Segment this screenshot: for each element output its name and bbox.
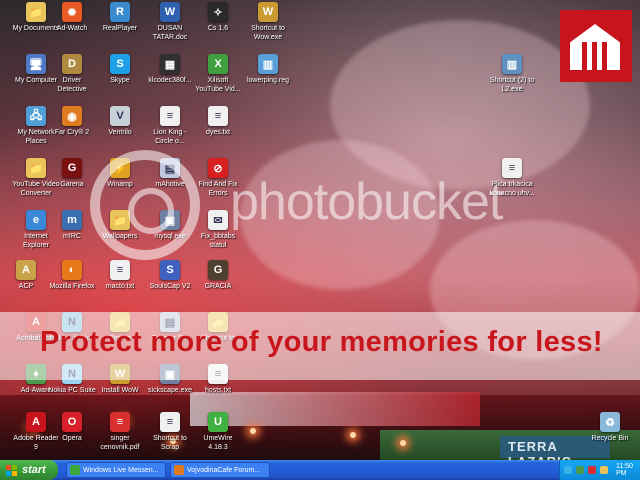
shortcut-l2-shortcut[interactable]: ▥ Shortcut (2) to L2.exe xyxy=(476,54,548,94)
driver-detective-icon: D xyxy=(62,54,82,74)
system-tray: 11:50 PM xyxy=(559,460,640,480)
icon-label: Shortcut (2) to L2.exe xyxy=(489,77,535,93)
garena-icon: G xyxy=(62,158,82,178)
watermark-brand: photobucket xyxy=(230,173,503,231)
acp-icon: A xyxy=(16,260,36,280)
gracia-icon: G xyxy=(208,260,228,280)
watermark-banner: Protect more of your memories for less! xyxy=(0,312,640,380)
dyes-txt-shortcut[interactable]: ≡ dyes.txt xyxy=(182,106,254,137)
ventrilo-icon: V xyxy=(110,106,130,126)
tray-app-icon[interactable] xyxy=(564,466,572,474)
windows-flag-icon xyxy=(6,464,17,476)
icon-label: hosts.txt xyxy=(204,387,232,394)
lowerping-reg-shortcut[interactable]: ▥ lowerping.reg xyxy=(232,54,304,85)
dyes-txt-icon: ≡ xyxy=(208,106,228,126)
desktop-wallpaper: TERRA LAZARIC 📁My Documents🖥My Computer🖧… xyxy=(0,0,640,460)
flare xyxy=(400,440,406,446)
umewire-icon: U xyxy=(208,412,228,432)
shortcut-scrap-icon: ≡ xyxy=(160,412,180,432)
club-logo xyxy=(560,10,632,82)
realplayer-icon: R xyxy=(110,2,130,22)
tray-icons xyxy=(560,466,608,474)
icon-label: GRACIA xyxy=(204,283,232,290)
flare xyxy=(350,432,356,438)
icon-label: UmeWire 4.18.3 xyxy=(203,435,233,451)
xilisoft-icon: X xyxy=(208,54,228,74)
clock[interactable]: 11:50 PM xyxy=(616,463,640,477)
cs16-icon: ✧ xyxy=(208,2,228,22)
lowerping-reg-icon: ▥ xyxy=(258,54,278,74)
app-icon xyxy=(70,465,80,475)
icon-label: Recycle Bin xyxy=(591,435,629,442)
start-label: start xyxy=(22,464,46,476)
ad-watch-icon: ✹ xyxy=(62,2,82,22)
umewire-shortcut[interactable]: U UmeWire 4.18.3 xyxy=(182,412,254,452)
photobucket-watermark: photobucket xyxy=(90,150,560,260)
tray-app-icon[interactable] xyxy=(576,466,584,474)
shortcut-wow-shortcut[interactable]: W Shortcut to Wow.exe xyxy=(232,2,304,42)
opera-icon: O xyxy=(62,412,82,432)
app-icon xyxy=(174,465,184,475)
mirc-icon: m xyxy=(62,210,82,230)
far-cry-icon: ◉ xyxy=(62,106,82,126)
recycle-bin-shortcut[interactable]: ♻ Recycle Bin xyxy=(574,412,640,443)
start-button[interactable]: start xyxy=(0,460,58,480)
soulscap-icon: S xyxy=(160,260,180,280)
macto-txt-icon: ≡ xyxy=(110,260,130,280)
lion-king-icon: ≡ xyxy=(160,106,180,126)
photobucket-logo-icon xyxy=(90,150,200,260)
taskbar-button-label: Windows Live Messen... xyxy=(83,466,159,474)
shortcut-wow-icon: W xyxy=(258,2,278,22)
icon-label: Shortcut to Wow.exe xyxy=(251,25,285,41)
watermark-banner-text: Protect more of your memories for less! xyxy=(40,326,603,358)
shortcut-l2-icon: ▥ xyxy=(502,54,522,74)
skype-icon: S xyxy=(110,54,130,74)
icon-label: dyes.txt xyxy=(205,129,231,136)
taskbar: start Windows Live Messen... VojvodinaCaf… xyxy=(0,460,640,480)
gracia-shortcut[interactable]: G GRACIA xyxy=(182,260,254,291)
dusan-doc-icon: W xyxy=(160,2,180,22)
klcodec-icon: ▦ xyxy=(160,54,180,74)
taskbar-button-label: VojvodinaCafe Forum... xyxy=(187,466,261,474)
singer-pdf-icon: ≡ xyxy=(110,412,130,432)
icon-label: lowerping.reg xyxy=(246,77,290,84)
tray-app-icon[interactable] xyxy=(588,466,596,474)
taskbar-button[interactable]: Windows Live Messen... xyxy=(66,462,166,478)
recycle-bin-icon: ♻ xyxy=(600,412,620,432)
tray-app-icon[interactable] xyxy=(600,466,608,474)
taskbar-button[interactable]: VojvodinaCafe Forum... xyxy=(170,462,270,478)
firefox-icon: ◐ xyxy=(62,260,82,280)
